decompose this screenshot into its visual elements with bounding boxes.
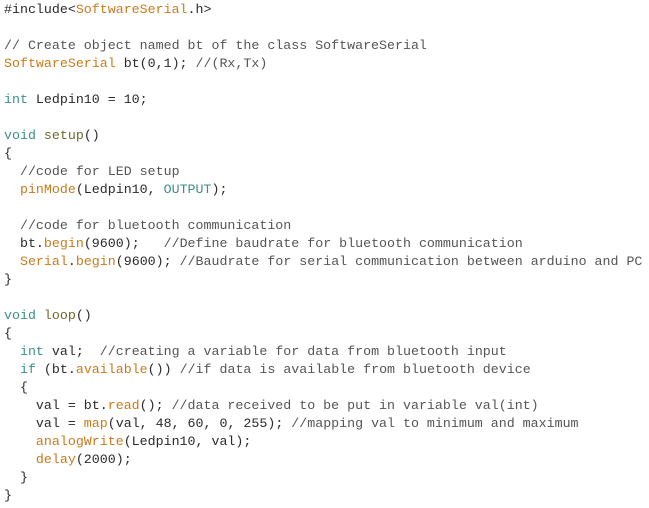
code-token-plain: (Ledpin10, val); bbox=[123, 434, 252, 449]
code-line: #include<SoftwareSerial.h> bbox=[4, 1, 642, 19]
code-line: bt.begin(9600); //Define baudrate for bl… bbox=[4, 235, 642, 253]
code-token-kw: int bbox=[4, 92, 28, 107]
code-token-plain: .h> bbox=[187, 2, 212, 17]
code-token-plain: (bt. bbox=[35, 362, 76, 377]
code-token-fn: map bbox=[83, 416, 108, 431]
code-token-const: OUTPUT bbox=[163, 182, 212, 197]
code-token-plain: val = bt. bbox=[4, 398, 108, 413]
code-token-plain: (9600); bbox=[115, 254, 180, 269]
code-line: val = map(val, 48, 60, 0, 255); //mappin… bbox=[4, 415, 642, 433]
code-token-plain: val; bbox=[43, 344, 100, 359]
code-line: int val; //creating a variable for data … bbox=[4, 343, 642, 361]
code-token-fn: delay bbox=[35, 452, 76, 467]
code-line: analogWrite(Ledpin10, val); bbox=[4, 433, 642, 451]
code-token-cm: //Baudrate for serial communication betw… bbox=[179, 254, 643, 269]
code-token-fn: begin bbox=[43, 236, 84, 251]
code-token-fn: analogWrite bbox=[35, 434, 124, 449]
code-line: } bbox=[4, 487, 642, 505]
code-token-plain: } bbox=[4, 488, 12, 503]
code-line: void loop() bbox=[4, 307, 642, 325]
code-line: pinMode(Ledpin10, OUTPUT); bbox=[4, 181, 642, 199]
code-token-plain: (Ledpin10, bbox=[75, 182, 164, 197]
code-token-plain: ()) bbox=[147, 362, 180, 377]
code-token-type: SoftwareSerial bbox=[75, 2, 188, 17]
code-token-plain: (val, 48, 60, 0, 255); bbox=[107, 416, 292, 431]
code-token-setup: loop bbox=[43, 308, 76, 323]
code-token-cm: //creating a variable for data from blue… bbox=[99, 344, 507, 359]
code-token-type: SoftwareSerial bbox=[4, 56, 116, 71]
code-token-kw: int bbox=[19, 344, 44, 359]
code-token-plain: Ledpin10 = 10; bbox=[27, 92, 148, 107]
code-line: void setup() bbox=[4, 127, 642, 145]
code-line: int Ledpin10 = 10; bbox=[4, 91, 642, 109]
code-line: { bbox=[4, 325, 642, 343]
code-token-fn: pinMode bbox=[19, 182, 76, 197]
code-line: // Create object named bt of the class S… bbox=[4, 37, 642, 55]
code-token-cm: //mapping val to minimum and maximum bbox=[291, 416, 579, 431]
code-line: val = bt.read(); //data received to be p… bbox=[4, 397, 642, 415]
code-token-type: Serial bbox=[19, 254, 68, 269]
code-editor[interactable]: #include<SoftwareSerial.h> // Create obj… bbox=[4, 1, 642, 505]
code-token-plain: { bbox=[4, 146, 12, 161]
code-token-plain: #include< bbox=[4, 2, 76, 17]
code-token-plain: bt(0,1); bbox=[115, 56, 196, 71]
code-token-plain: ); bbox=[211, 182, 228, 197]
code-line: { bbox=[4, 145, 642, 163]
code-token-kw: if bbox=[19, 362, 36, 377]
code-token-cm: //code for bluetooth communication bbox=[19, 218, 292, 233]
code-token-cm: //if data is available from bluetooth de… bbox=[179, 362, 531, 377]
code-token-plain: () bbox=[83, 128, 100, 143]
code-token-plain: (2000); bbox=[75, 452, 132, 467]
code-token-fn: read bbox=[107, 398, 140, 413]
code-token-plain: val = bbox=[4, 416, 84, 431]
code-line: //code for bluetooth communication bbox=[4, 217, 642, 235]
code-token-fn: begin bbox=[75, 254, 116, 269]
code-line: //code for LED setup bbox=[4, 163, 642, 181]
code-line: { bbox=[4, 379, 642, 397]
code-line: delay(2000); bbox=[4, 451, 642, 469]
code-token-plain: . bbox=[67, 254, 76, 269]
code-token-kw: void bbox=[4, 128, 36, 143]
code-token-setup: setup bbox=[43, 128, 84, 143]
code-token-fn: available bbox=[75, 362, 148, 377]
code-token-cm: //(Rx,Tx) bbox=[195, 56, 268, 71]
code-line: } bbox=[4, 469, 642, 487]
code-token-cm: //Define baudrate for bluetooth communic… bbox=[163, 236, 523, 251]
code-token-plain: } bbox=[4, 470, 28, 485]
code-token-plain: (9600); bbox=[83, 236, 164, 251]
code-token-cm: //code for LED setup bbox=[19, 164, 180, 179]
code-token-plain: { bbox=[4, 326, 12, 341]
code-token-cm: // Create object named bt of the class S… bbox=[4, 38, 427, 53]
code-token-plain: } bbox=[4, 272, 12, 287]
code-line: if (bt.available()) //if data is availab… bbox=[4, 361, 642, 379]
code-token-plain: () bbox=[75, 308, 92, 323]
code-token-plain: bt. bbox=[4, 236, 44, 251]
code-line: } bbox=[4, 271, 642, 289]
code-line: SoftwareSerial bt(0,1); //(Rx,Tx) bbox=[4, 55, 642, 73]
code-token-cm: //data received to be put in variable va… bbox=[171, 398, 539, 413]
code-token-plain: (); bbox=[139, 398, 172, 413]
code-token-plain: { bbox=[4, 380, 28, 395]
code-token-kw: void bbox=[4, 308, 36, 323]
code-line: Serial.begin(9600); //Baudrate for seria… bbox=[4, 253, 642, 271]
